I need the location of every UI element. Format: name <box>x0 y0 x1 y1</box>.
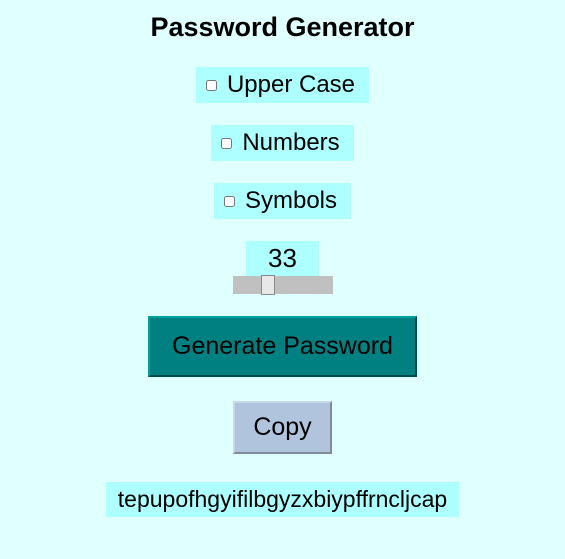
symbols-option[interactable]: Symbols <box>214 183 351 219</box>
length-value: 33 <box>246 241 319 276</box>
uppercase-option[interactable]: Upper Case <box>196 67 369 103</box>
symbols-checkbox[interactable] <box>224 196 235 207</box>
uppercase-checkbox[interactable] <box>206 80 217 91</box>
numbers-checkbox[interactable] <box>221 138 232 149</box>
length-slider[interactable] <box>233 276 333 294</box>
generate-button[interactable]: Generate Password <box>148 316 417 377</box>
password-output: tepupofhgyifilbgyzxbiypffrncljcap <box>106 482 459 517</box>
uppercase-label: Upper Case <box>227 71 355 99</box>
symbols-label: Symbols <box>245 187 337 215</box>
numbers-label: Numbers <box>242 129 339 157</box>
numbers-option[interactable]: Numbers <box>211 125 353 161</box>
copy-button[interactable]: Copy <box>233 401 331 454</box>
page-title: Password Generator <box>150 12 414 43</box>
length-container: 33 <box>233 241 333 294</box>
